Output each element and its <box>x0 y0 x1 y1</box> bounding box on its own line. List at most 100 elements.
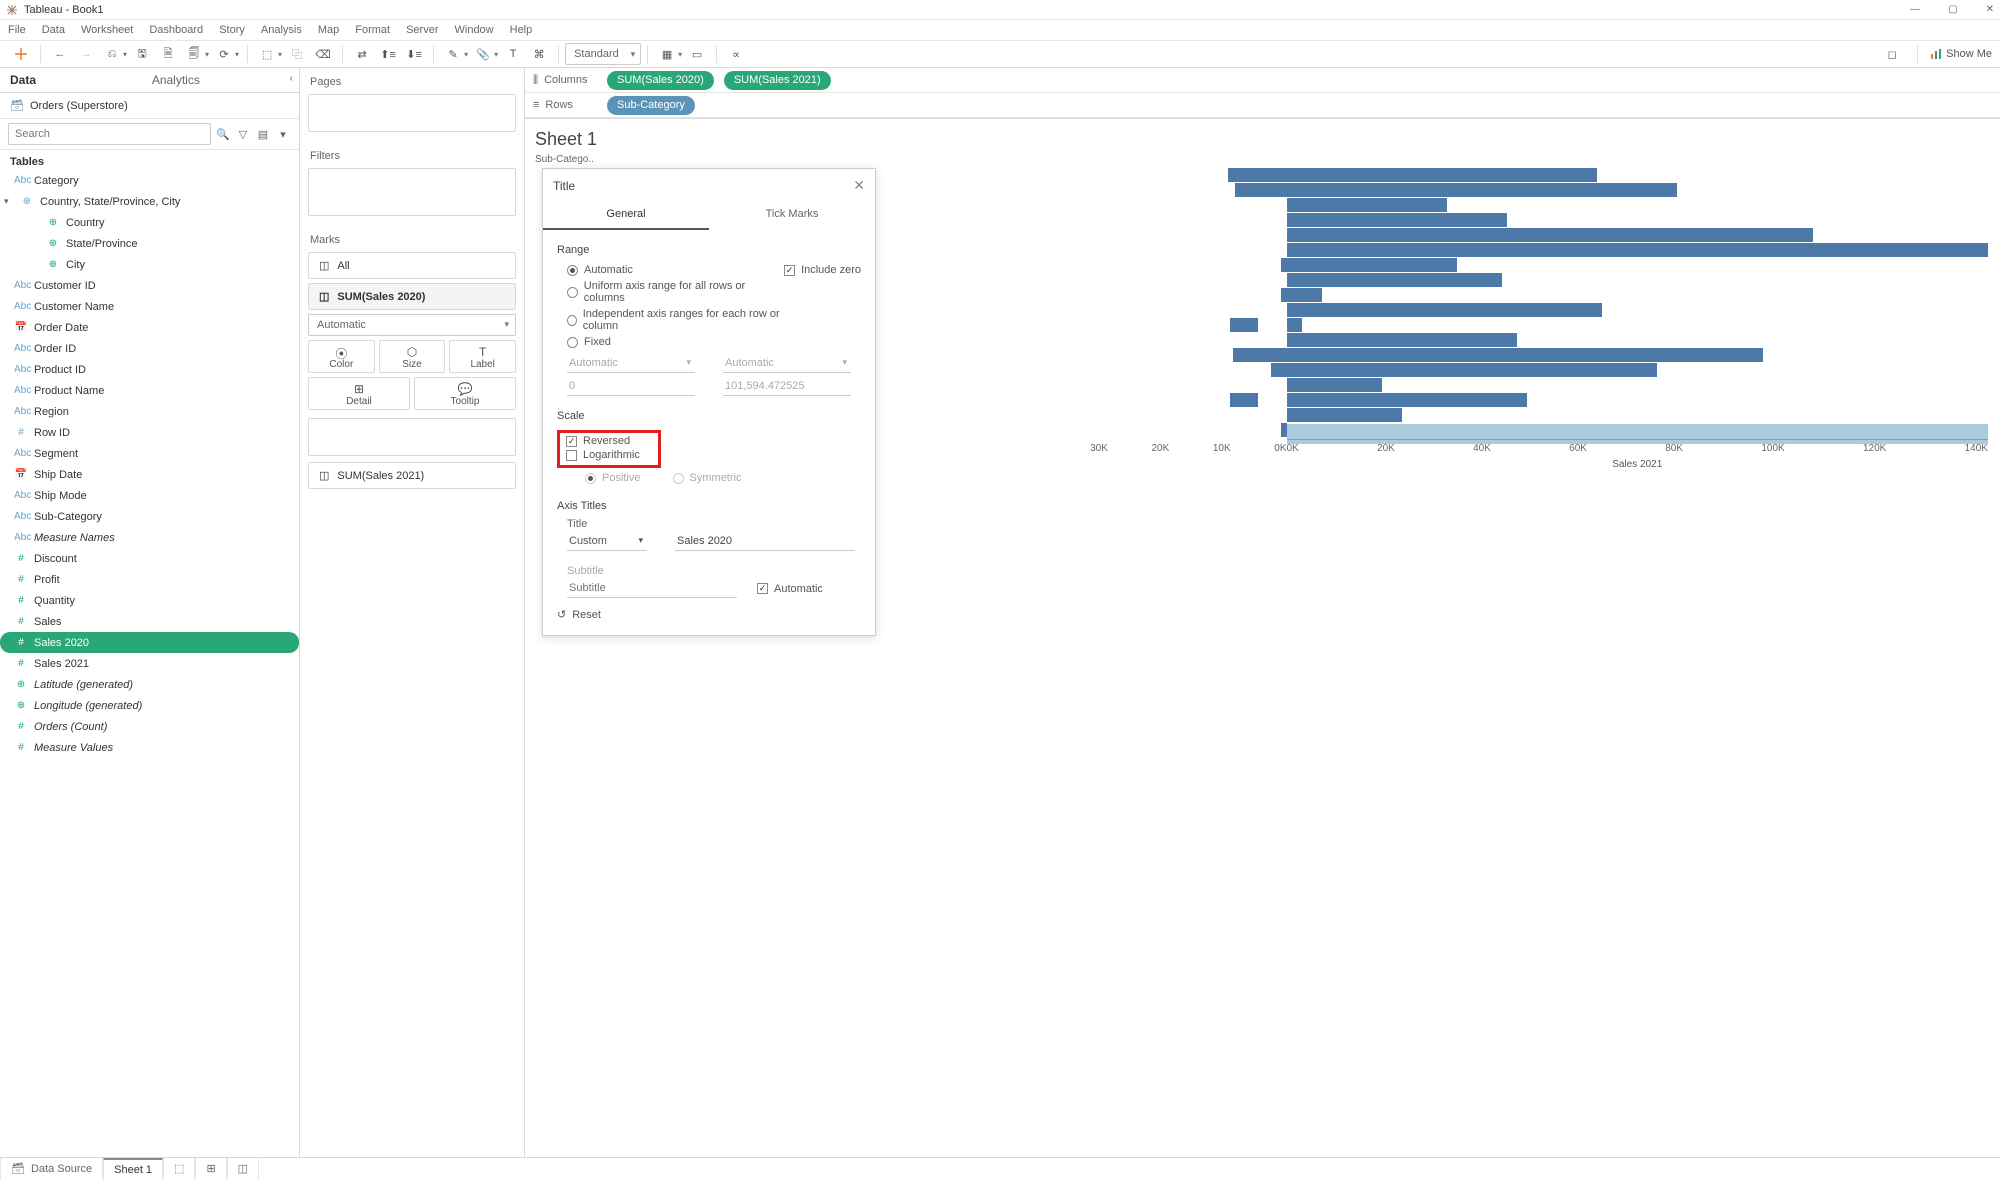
bar-sales-2021[interactable] <box>1287 168 1598 182</box>
bar-sales-2021[interactable] <box>1287 273 1502 287</box>
pages-shelf[interactable] <box>308 94 516 132</box>
menu-dashboard[interactable]: Dashboard <box>149 24 203 36</box>
menu-worksheet[interactable]: Worksheet <box>81 24 133 36</box>
bar-sales-2021[interactable] <box>1287 183 1678 197</box>
menu-server[interactable]: Server <box>406 24 438 36</box>
bar-sales-2020[interactable] <box>1281 423 1287 437</box>
radio-automatic[interactable]: Automatic <box>557 262 784 278</box>
field-measure-values[interactable]: #Measure Values <box>0 737 299 758</box>
view-icon[interactable]: ▤ <box>255 126 271 142</box>
marks-detail-button[interactable]: ⊞Detail <box>308 377 410 410</box>
window-minimize-icon[interactable]: — <box>1910 4 1920 15</box>
menu-window[interactable]: Window <box>455 24 494 36</box>
tab-sheet1[interactable]: Sheet 1 <box>103 1158 163 1180</box>
marks-all-tab[interactable]: ◫ All <box>308 252 516 279</box>
pill-subcategory[interactable]: Sub-Category <box>607 96 695 115</box>
bar-sales-2020[interactable] <box>1228 168 1287 182</box>
checkbox-logarithmic[interactable]: Logarithmic <box>566 449 652 461</box>
undo-redo-icon[interactable]: ⎌ <box>99 42 125 66</box>
dialog-tab-general[interactable]: General <box>543 202 709 230</box>
field-longitude-generated-[interactable]: ⊕Longitude (generated) <box>0 695 299 716</box>
field-country-state-province-city[interactable]: ▾⊕Country, State/Province, City <box>0 191 299 212</box>
marks-size-button[interactable]: ⬡Size <box>379 340 446 373</box>
bar-sales-2021[interactable] <box>1287 393 1528 407</box>
field-orders-count-[interactable]: #Orders (Count) <box>0 716 299 737</box>
share-icon[interactable]: ∝ <box>723 42 749 66</box>
search-input[interactable] <box>8 123 211 145</box>
field-order-id[interactable]: AbcOrder ID <box>0 338 299 359</box>
field-product-name[interactable]: AbcProduct Name <box>0 380 299 401</box>
bar-sales-2020[interactable] <box>1281 258 1287 272</box>
bar-sales-2021[interactable] <box>1287 258 1457 272</box>
menu-format[interactable]: Format <box>355 24 390 36</box>
field-quantity[interactable]: #Quantity <box>0 590 299 611</box>
radio-fixed[interactable]: Fixed <box>557 334 784 350</box>
expand-icon[interactable]: ▾ <box>4 196 14 207</box>
bar-sales-2021[interactable] <box>1287 228 1813 242</box>
field-profit[interactable]: #Profit <box>0 569 299 590</box>
field-country[interactable]: ⊕Country <box>0 212 299 233</box>
fit-selector[interactable]: Standard <box>565 43 641 65</box>
field-category[interactable]: AbcCategory <box>0 170 299 191</box>
sheet-title[interactable]: Sheet 1 <box>525 119 2000 154</box>
field-state-province[interactable]: ⊕State/Province <box>0 233 299 254</box>
window-close-icon[interactable]: ✕ <box>1986 4 1994 15</box>
duplicate-icon[interactable]: ⿻ <box>284 42 310 66</box>
tab-analytics[interactable]: Analytics <box>142 68 284 92</box>
field-sub-category[interactable]: AbcSub-Category <box>0 506 299 527</box>
marks-tooltip-button[interactable]: 💬Tooltip <box>414 377 516 410</box>
new-sheet-icon[interactable]: ⬚ <box>254 42 280 66</box>
bar-sales-2020[interactable] <box>1281 288 1287 302</box>
new-story-button[interactable]: ◫ <box>227 1158 259 1179</box>
sort-desc-icon[interactable]: ⬇≡ <box>401 42 427 66</box>
save-icon[interactable]: 🖫 <box>129 42 155 66</box>
pin-icon[interactable]: 📎 <box>470 42 496 66</box>
marks-sum2020-tab[interactable]: ◫ SUM(Sales 2020) <box>308 283 516 310</box>
radio-independent[interactable]: Independent axis ranges for each row or … <box>557 306 784 334</box>
bar-sales-2020[interactable] <box>1230 393 1258 407</box>
field-row-id[interactable]: #Row ID <box>0 422 299 443</box>
new-worksheet-icon[interactable]: 🗐 <box>181 42 207 66</box>
tab-data[interactable]: Data <box>0 68 142 92</box>
bar-sales-2021[interactable] <box>1287 363 1658 377</box>
columns-shelf[interactable]: ⫼Columns SUM(Sales 2020) SUM(Sales 2021) <box>525 68 2000 93</box>
dialog-tab-tickmarks[interactable]: Tick Marks <box>709 202 875 230</box>
bar-sales-2021[interactable] <box>1287 333 1517 347</box>
presentation-icon[interactable]: ▭ <box>684 42 710 66</box>
tableau-icon[interactable] <box>8 42 34 66</box>
menu-data[interactable]: Data <box>42 24 65 36</box>
menu-map[interactable]: Map <box>318 24 339 36</box>
field-ship-date[interactable]: 📅Ship Date <box>0 464 299 485</box>
bar-sales-2021[interactable] <box>1287 303 1603 317</box>
menu-analysis[interactable]: Analysis <box>261 24 302 36</box>
title-mode-selector[interactable]: Custom <box>567 532 647 551</box>
field-order-date[interactable]: 📅Order Date <box>0 317 299 338</box>
bar-sales-2021[interactable] <box>1287 378 1382 392</box>
swap-icon[interactable]: ⇄ <box>349 42 375 66</box>
refresh-icon[interactable]: ⟳ <box>211 42 237 66</box>
pane-collapse-icon[interactable]: ‹ <box>284 68 299 92</box>
field-product-id[interactable]: AbcProduct ID <box>0 359 299 380</box>
checkbox-reversed[interactable]: Reversed <box>566 435 652 447</box>
pill-sum-sales-2020[interactable]: SUM(Sales 2020) <box>607 71 714 90</box>
pill-sum-sales-2021[interactable]: SUM(Sales 2021) <box>724 71 831 90</box>
bar-sales-2020[interactable] <box>1271 363 1287 377</box>
menu-help[interactable]: Help <box>510 24 533 36</box>
checkbox-include-zero[interactable]: Include zero <box>784 264 861 276</box>
bar-sales-2021[interactable] <box>1287 213 1507 227</box>
filter-icon[interactable]: ▽ <box>235 126 251 142</box>
field-sales-2021[interactable]: #Sales 2021 <box>0 653 299 674</box>
new-worksheet-button[interactable]: ⬚ <box>163 1158 195 1179</box>
clear-icon[interactable]: ⌫ <box>310 42 336 66</box>
field-segment[interactable]: AbcSegment <box>0 443 299 464</box>
menu-caret-icon[interactable]: ▾ <box>275 126 291 142</box>
bar-sales-2021[interactable] <box>1287 288 1322 302</box>
new-dashboard-button[interactable]: ⊞ <box>195 1158 226 1179</box>
rows-shelf[interactable]: ≡Rows Sub-Category <box>525 93 2000 118</box>
bar-sales-2021[interactable] <box>1287 198 1447 212</box>
field-latitude-generated-[interactable]: ⊕Latitude (generated) <box>0 674 299 695</box>
guide-icon[interactable]: ◻ <box>1879 42 1905 66</box>
new-datasource-icon[interactable]: 🗎 <box>155 42 181 66</box>
tab-datasource[interactable]: 🗃Data Source <box>0 1158 103 1179</box>
marks-sum2021-tab[interactable]: ◫ SUM(Sales 2021) <box>308 462 516 489</box>
